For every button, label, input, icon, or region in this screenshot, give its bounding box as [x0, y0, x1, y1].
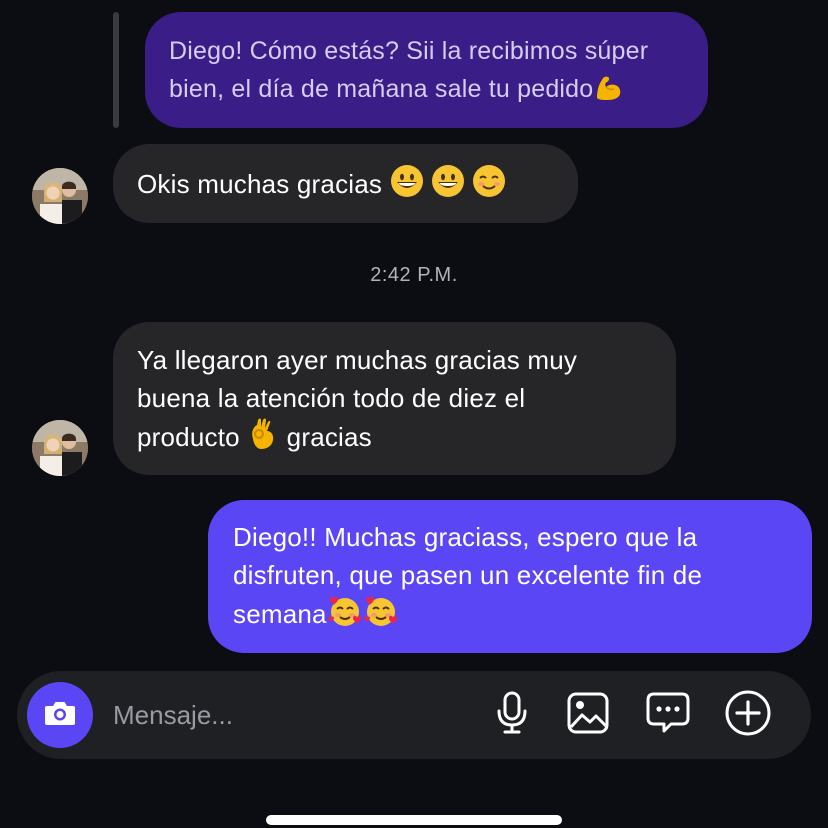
quoted-message-bubble[interactable]: Diego! Cómo estás? Sii la recibimos súpe…: [145, 12, 708, 128]
microphone-button[interactable]: [485, 688, 539, 742]
contact-avatar[interactable]: [32, 420, 88, 476]
grinning-face-emoji: [431, 164, 465, 208]
chat-screen: Diego! Cómo estás? Sii la recibimos súpe…: [0, 0, 828, 828]
flexed-biceps-emoji: [593, 72, 623, 113]
quoted-message-line: Diego! Cómo estás? Sii la recibimos súpe…: [169, 37, 649, 65]
gallery-button[interactable]: [561, 688, 615, 742]
smiling-face-emoji: [472, 164, 506, 208]
message-text-line: producto gracias: [137, 417, 676, 461]
add-button[interactable]: [721, 688, 775, 742]
add-icon: [724, 689, 772, 742]
incoming-message-bubble[interactable]: Ya llegaron ayer muchas gracias muy buen…: [113, 322, 676, 475]
sticker-button[interactable]: [641, 688, 695, 742]
message-text: Okis muchas gracias: [137, 169, 383, 199]
message-text-line: buena la atención todo de diez el: [137, 383, 526, 413]
home-indicator[interactable]: [266, 815, 562, 825]
quoted-message-line: bien, el día de mañana sale tu pedido: [169, 70, 684, 113]
smiling-face-with-hearts-emoji: [363, 594, 399, 638]
message-timestamp: 2:42 P.M.: [370, 264, 458, 286]
message-text-line: Diego!! Muchas graciass, espero que la: [233, 522, 698, 552]
smiling-face-with-hearts-emoji: [327, 594, 363, 638]
ok-hand-emoji: [247, 417, 279, 461]
camera-icon: [43, 698, 77, 733]
reply-indicator-bar: [113, 12, 119, 128]
contact-avatar[interactable]: [32, 168, 88, 224]
message-text-line: semana: [233, 594, 812, 638]
message-text-line: Ya llegaron ayer muchas gracias muy: [137, 345, 578, 375]
message-input[interactable]: [113, 696, 473, 734]
grinning-face-emoji: [390, 164, 424, 208]
camera-button[interactable]: [27, 682, 93, 748]
outgoing-message-bubble[interactable]: Diego!! Muchas graciass, espero que la d…: [208, 500, 812, 653]
sticker-icon: [645, 691, 691, 740]
message-text-line: disfruten, que pasen un excelente fin de: [233, 560, 703, 590]
gallery-icon: [566, 691, 610, 740]
microphone-icon: [494, 691, 530, 740]
incoming-message-bubble[interactable]: Okis muchas gracias: [113, 144, 578, 223]
